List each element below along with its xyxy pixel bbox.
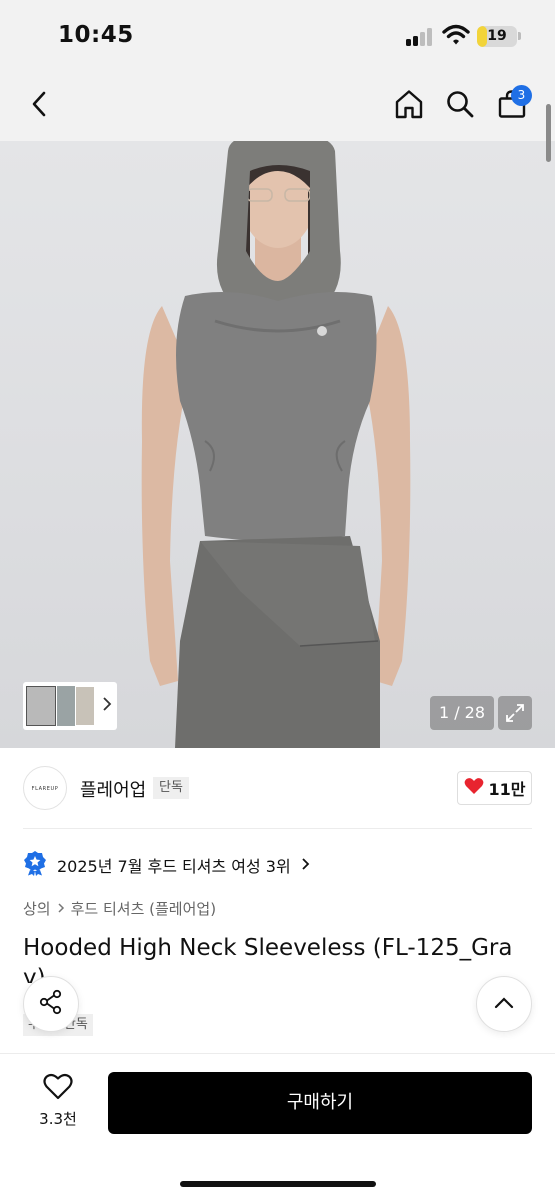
brand-like-button[interactable]: 11만: [457, 771, 532, 805]
wish-button[interactable]: 3.3천: [30, 1073, 86, 1129]
signal-icon: [406, 28, 434, 46]
share-icon: [38, 989, 64, 1019]
heart-outline-icon: [43, 1073, 73, 1104]
status-bar: 10:45 19: [0, 0, 555, 70]
breadcrumb-item-hoodie[interactable]: 후드 티셔츠 (플레어업): [71, 898, 216, 919]
thumbnail-strip[interactable]: [23, 682, 117, 730]
battery-level: 19: [487, 28, 507, 44]
model-photo: [141, 141, 411, 748]
thumbnail-1[interactable]: [26, 686, 56, 726]
chevron-up-icon: [493, 995, 515, 1014]
section-divider: [23, 828, 532, 829]
expand-icon[interactable]: [498, 696, 532, 730]
breadcrumb-item-top[interactable]: 상의: [23, 898, 51, 919]
home-icon[interactable]: [389, 84, 429, 124]
search-icon[interactable]: [440, 84, 480, 124]
battery-icon: 19: [477, 26, 517, 47]
exclusive-tag: 단독: [153, 777, 189, 799]
image-counter: 1 / 28: [430, 696, 494, 730]
home-indicator[interactable]: [180, 1181, 376, 1187]
chevron-right-icon[interactable]: [102, 696, 112, 716]
rank-badge-icon: [23, 850, 47, 880]
brand-logo[interactable]: FLAREUP: [23, 766, 67, 810]
cart-badge: 3: [511, 85, 532, 106]
wish-count: 3.3천: [39, 1110, 77, 1128]
back-icon[interactable]: [20, 84, 60, 124]
heart-filled-icon: [464, 777, 484, 799]
status-time: 10:45: [58, 22, 134, 48]
thumbnail-3[interactable]: [76, 687, 94, 725]
share-button[interactable]: [23, 976, 79, 1032]
top-nav: [0, 70, 555, 141]
brand-name[interactable]: 플레어업: [80, 776, 146, 802]
brand-like-count: 11만: [488, 780, 526, 799]
battery-tip: [518, 32, 521, 40]
product-image[interactable]: [0, 141, 555, 748]
page-scrollbar[interactable]: [546, 104, 551, 162]
product-title: Hooded High Neck Sleeveless (FL-125_Gra: [23, 935, 513, 961]
chevron-right-icon: [57, 900, 65, 918]
buy-button[interactable]: 구매하기: [108, 1072, 532, 1134]
ranking-text: 2025년 7월 후드 티셔츠 여성 3위: [57, 857, 291, 876]
chevron-right-icon: [301, 856, 310, 875]
thumbnail-2[interactable]: [57, 686, 75, 726]
ranking-link[interactable]: 2025년 7월 후드 티셔츠 여성 3위: [23, 851, 310, 879]
breadcrumb: 상의 후드 티셔츠 (플레어업): [23, 898, 216, 919]
scroll-top-button[interactable]: [476, 976, 532, 1032]
wifi-icon: [442, 24, 470, 46]
